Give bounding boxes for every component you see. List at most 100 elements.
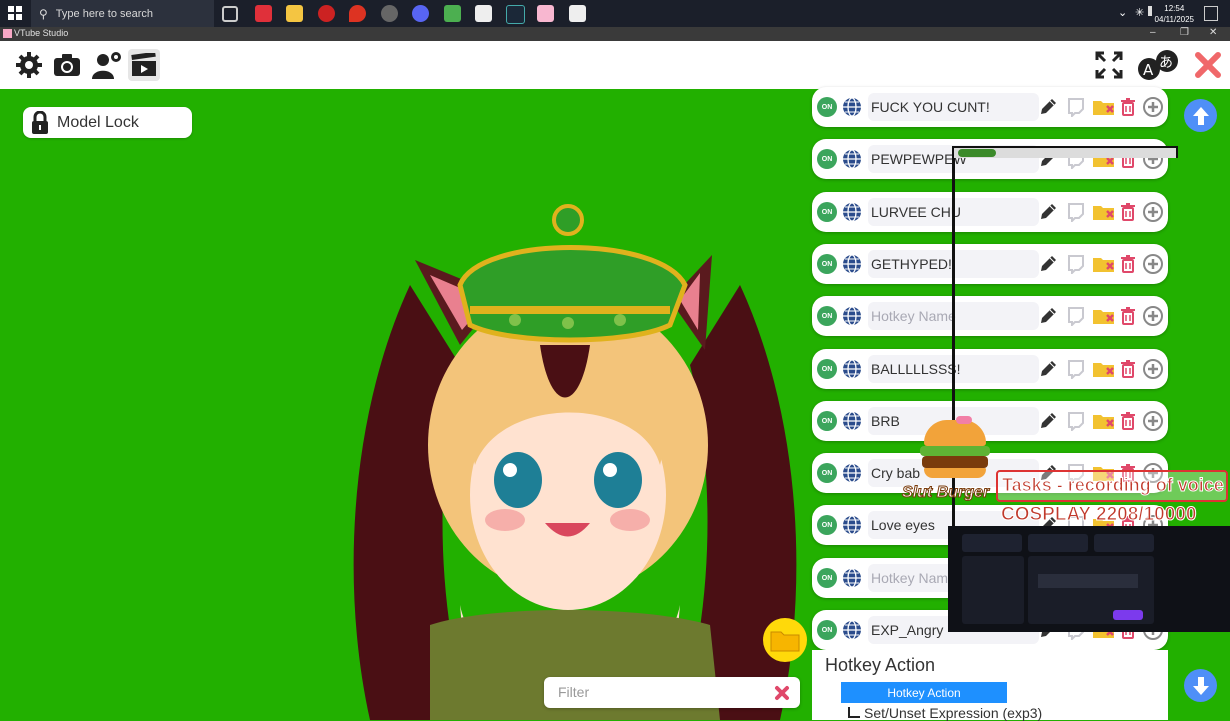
folder-remove-icon[interactable] [1092, 97, 1116, 117]
app-s2-icon[interactable] [569, 5, 586, 22]
delete-icon[interactable] [1118, 359, 1138, 379]
folder-button[interactable] [763, 618, 807, 662]
globe-icon[interactable] [842, 306, 862, 326]
folder-remove-icon[interactable] [1092, 306, 1116, 326]
globe-icon[interactable] [842, 359, 862, 379]
hotkey-row[interactable]: ON PEWPEWPEW [812, 139, 1168, 179]
close-window-button[interactable]: ✕ [1209, 27, 1217, 38]
app-3-icon[interactable] [381, 5, 398, 22]
pencil-icon[interactable] [1038, 306, 1058, 326]
app-icon [3, 29, 12, 38]
network-icon[interactable]: ✳ [1135, 6, 1144, 19]
hotkey-row[interactable]: ON BALLLLLSSS! [812, 349, 1168, 389]
scroll-up-button[interactable] [1184, 99, 1217, 132]
hotkey-sub-action[interactable]: Set/Unset Expression (exp3) [848, 705, 1042, 721]
pencil-icon[interactable] [1038, 97, 1058, 117]
screenshot-button[interactable] [51, 49, 83, 81]
delete-icon[interactable] [1118, 97, 1138, 117]
hotkey-row[interactable]: ON FUCK YOU CUNT! [812, 87, 1168, 127]
hotkey-on-toggle[interactable]: ON [817, 97, 837, 117]
hotkey-on-toggle[interactable]: ON [817, 202, 837, 222]
discord-icon[interactable] [412, 5, 429, 22]
delete-icon[interactable] [1118, 202, 1138, 222]
clear-filter-icon[interactable] [774, 685, 790, 701]
globe-icon[interactable] [842, 620, 862, 640]
maps-pin-icon[interactable] [349, 5, 366, 22]
vtube-studio-taskbar-icon[interactable] [537, 5, 554, 22]
add-icon[interactable] [1143, 306, 1163, 326]
model-settings-button[interactable] [91, 49, 123, 81]
hotkey-on-toggle[interactable]: ON [817, 568, 837, 588]
folder-remove-icon[interactable] [1092, 359, 1116, 379]
notifications-icon[interactable] [1204, 6, 1218, 21]
globe-icon[interactable] [842, 411, 862, 431]
task-banner-text: Tasks - recording of voice [1002, 475, 1225, 496]
hotkey-name-field[interactable]: FUCK YOU CUNT! [868, 93, 1039, 121]
pencil-icon[interactable] [1038, 411, 1058, 431]
scene-button[interactable] [128, 49, 160, 81]
hotkey-row[interactable]: ON Hotkey Name [812, 296, 1168, 336]
hotkey-on-toggle[interactable]: ON [817, 254, 837, 274]
tray-chevron-icon[interactable]: ⌄ [1118, 6, 1127, 19]
app-s-icon[interactable] [475, 5, 492, 22]
globe-icon[interactable] [842, 254, 862, 274]
task-view-icon[interactable] [222, 6, 238, 22]
twitch-icon[interactable] [1066, 254, 1086, 274]
vtuber-avatar-model[interactable] [340, 165, 810, 720]
hotkey-row[interactable]: ON LURVEE CHU [812, 192, 1168, 232]
pencil-icon[interactable] [1038, 202, 1058, 222]
add-icon[interactable] [1143, 254, 1163, 274]
hotkey-on-toggle[interactable]: ON [817, 411, 837, 431]
hotkey-row[interactable]: ON GETHYPED! [812, 244, 1168, 284]
hotkey-action-dropdown[interactable]: Hotkey Action [841, 682, 1007, 703]
notes-icon[interactable] [444, 5, 461, 22]
taskbar-search-box[interactable]: ⚲ Type here to search [31, 0, 214, 27]
globe-icon[interactable] [842, 568, 862, 588]
model-lock-toggle[interactable]: Model Lock [23, 107, 192, 138]
delete-icon[interactable] [1118, 254, 1138, 274]
globe-icon[interactable] [842, 463, 862, 483]
folder-remove-icon[interactable] [1092, 411, 1116, 431]
globe-icon[interactable] [842, 202, 862, 222]
steam-icon[interactable] [506, 5, 525, 24]
taskbar-clock[interactable]: 12:54 04/11/2025 [1155, 3, 1194, 25]
add-icon[interactable] [1143, 411, 1163, 431]
folder-remove-icon[interactable] [1092, 254, 1116, 274]
scroll-down-button[interactable] [1184, 669, 1217, 702]
twitch-icon[interactable] [1066, 359, 1086, 379]
pencil-icon[interactable] [1038, 254, 1058, 274]
hotkey-on-toggle[interactable]: ON [817, 149, 837, 169]
filter-input[interactable]: Filter [544, 677, 800, 708]
add-icon[interactable] [1143, 97, 1163, 117]
twitch-icon[interactable] [1066, 411, 1086, 431]
delete-icon[interactable] [1118, 411, 1138, 431]
hotkey-on-toggle[interactable]: ON [817, 359, 837, 379]
language-button[interactable]: Aあ [1137, 49, 1181, 81]
windows-start-icon[interactable] [8, 6, 22, 20]
file-explorer-icon[interactable] [286, 5, 303, 22]
folder-remove-icon[interactable] [1092, 202, 1116, 222]
twitch-icon[interactable] [1066, 97, 1086, 117]
hotkey-on-toggle[interactable]: ON [817, 306, 837, 326]
globe-icon[interactable] [842, 149, 862, 169]
maximize-button[interactable]: ❐ [1180, 27, 1189, 38]
delete-icon[interactable] [1118, 306, 1138, 326]
minimize-button[interactable]: – [1150, 27, 1156, 38]
hotkey-action-title: Hotkey Action [825, 655, 936, 675]
close-app-button[interactable] [1192, 49, 1224, 81]
settings-button[interactable] [13, 49, 45, 81]
vivaldi-icon[interactable] [255, 5, 272, 22]
add-icon[interactable] [1143, 202, 1163, 222]
twitch-icon[interactable] [1066, 306, 1086, 326]
hotkey-on-toggle[interactable]: ON [817, 620, 837, 640]
hotkey-on-toggle[interactable]: ON [817, 463, 837, 483]
overlay-progress-fill [958, 149, 996, 157]
add-icon[interactable] [1143, 359, 1163, 379]
hotkey-on-toggle[interactable]: ON [817, 515, 837, 535]
fullscreen-button[interactable] [1093, 49, 1125, 81]
globe-icon[interactable] [842, 515, 862, 535]
pencil-icon[interactable] [1038, 359, 1058, 379]
globe-icon[interactable] [842, 97, 862, 117]
recorder-icon[interactable] [318, 5, 335, 22]
twitch-icon[interactable] [1066, 202, 1086, 222]
